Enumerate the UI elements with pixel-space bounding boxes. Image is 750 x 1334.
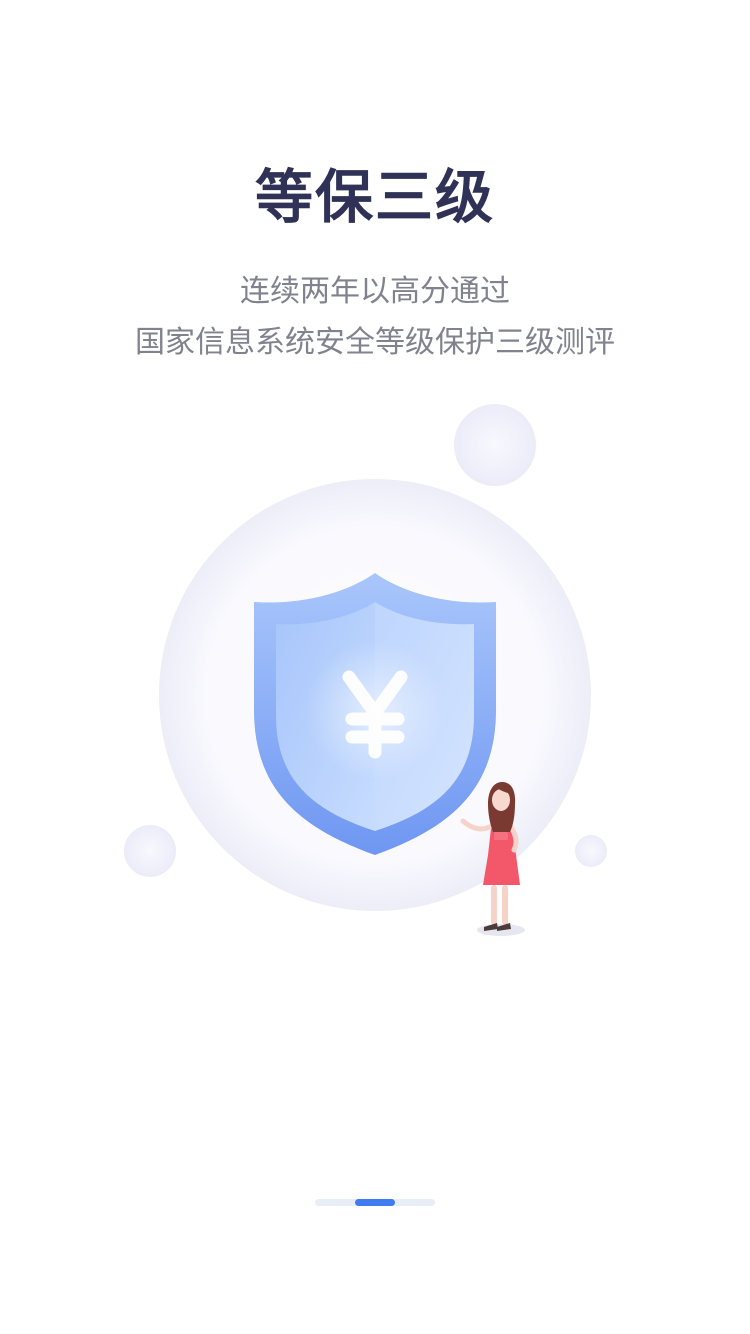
security-illustration xyxy=(124,404,607,936)
subtitle-line-1: 连续两年以高分通过 xyxy=(240,274,510,309)
page-indicator-active xyxy=(355,1199,395,1206)
bubble-top-right xyxy=(454,404,536,486)
page-indicator xyxy=(315,1199,435,1206)
bubble-left xyxy=(124,825,176,877)
bubble-right xyxy=(575,835,607,867)
page-title: 等保三级 xyxy=(254,163,495,231)
subtitle-line-2: 国家信息系统安全等级保护三级测评 xyxy=(135,325,615,360)
